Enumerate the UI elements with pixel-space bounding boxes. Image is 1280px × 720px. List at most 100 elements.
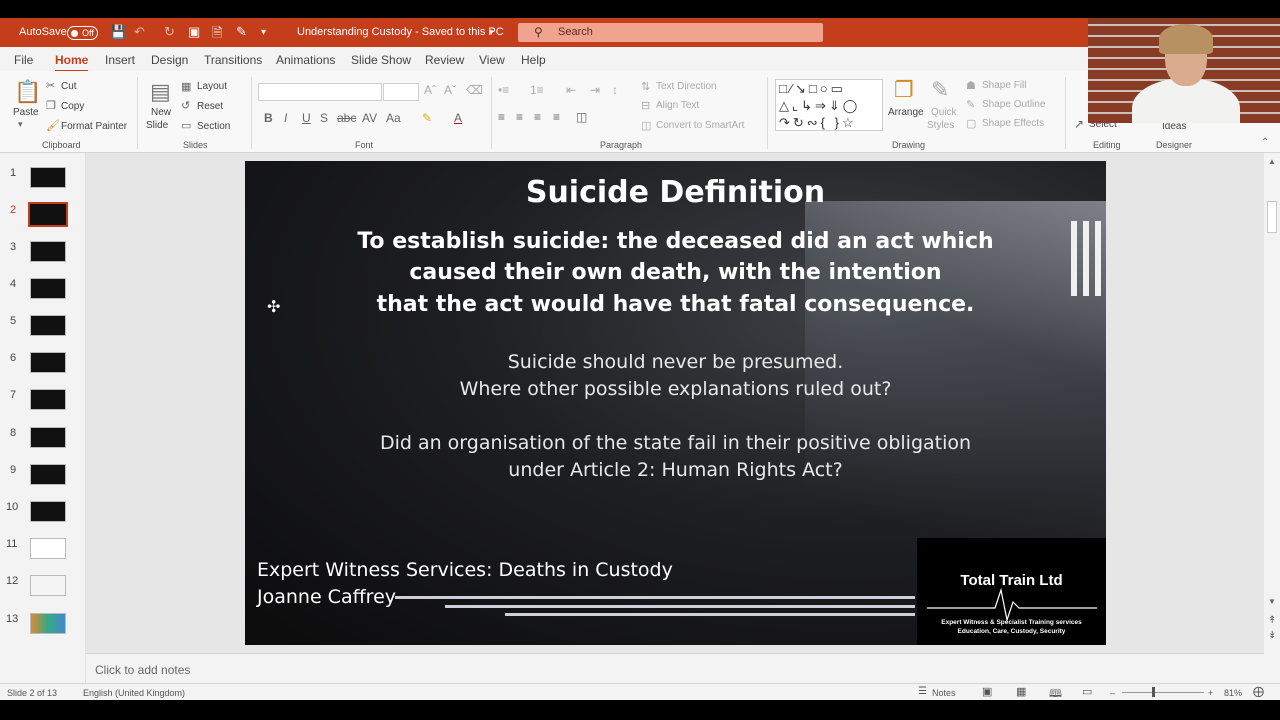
- thumbnail-12[interactable]: 12: [0, 575, 86, 612]
- tab-help[interactable]: Help: [521, 53, 546, 67]
- justify-icon[interactable]: ≡: [553, 110, 560, 124]
- normal-view-icon[interactable]: ▣: [982, 685, 992, 698]
- shadow-icon[interactable]: S: [320, 111, 328, 125]
- format-painter-button[interactable]: Format Painter: [61, 121, 127, 132]
- font-name-select[interactable]: [258, 83, 382, 101]
- total-train-logo[interactable]: Total Train Ltd Expert Witness & Special…: [917, 538, 1106, 645]
- previous-slide-icon[interactable]: ↟: [1268, 615, 1276, 626]
- layout-button[interactable]: Layout: [197, 81, 227, 92]
- change-case-icon[interactable]: Aa: [386, 111, 401, 125]
- slide-2[interactable]: Suicide Definition To establish suicide:…: [245, 161, 1106, 645]
- scroll-thumb[interactable]: [1267, 201, 1277, 233]
- zoom-out-icon[interactable]: –: [1110, 688, 1115, 698]
- tab-file[interactable]: File: [14, 53, 33, 67]
- copy-button[interactable]: Copy: [61, 101, 84, 112]
- paste-icon[interactable]: 📋: [14, 79, 41, 105]
- notes-pane[interactable]: Click to add notes: [86, 653, 1264, 683]
- strikethrough-icon[interactable]: abc: [337, 111, 356, 125]
- tab-review[interactable]: Review: [425, 53, 464, 67]
- zoom-slider-track[interactable]: [1122, 692, 1204, 693]
- increase-indent-icon[interactable]: ⇥: [590, 83, 600, 97]
- thumbnail-1[interactable]: 1: [0, 167, 86, 204]
- align-left-icon[interactable]: ≡: [498, 110, 505, 124]
- thumbnail-2[interactable]: 2: [0, 202, 86, 241]
- save-icon[interactable]: 💾: [110, 24, 126, 40]
- fit-to-window-icon[interactable]: ⨁: [1253, 685, 1264, 698]
- notes-placeholder[interactable]: Click to add notes: [95, 663, 190, 677]
- zoom-level[interactable]: 81%: [1224, 688, 1242, 698]
- undo-icon[interactable]: ↶: [134, 24, 145, 40]
- collapse-ribbon-icon[interactable]: ⌃: [1261, 137, 1269, 148]
- line-spacing-icon[interactable]: ↕: [612, 83, 618, 97]
- language-indicator[interactable]: English (United Kingdom): [83, 688, 185, 698]
- new-slide-label-1[interactable]: New: [151, 107, 171, 118]
- footer-line-1[interactable]: Expert Witness Services: Deaths in Custo…: [257, 559, 673, 581]
- title-chevron-down-icon[interactable]: ▾: [489, 27, 494, 38]
- underline-icon[interactable]: U: [302, 111, 311, 125]
- tab-view[interactable]: View: [479, 53, 505, 67]
- tab-animations[interactable]: Animations: [276, 53, 335, 67]
- new-slide-icon[interactable]: ▤: [150, 79, 171, 105]
- paste-chevron-icon[interactable]: ▾: [18, 119, 23, 130]
- document-title[interactable]: Understanding Custody - Saved to this PC: [297, 26, 504, 38]
- font-size-select[interactable]: [383, 83, 419, 101]
- obligation-line-2[interactable]: under Article 2: Human Rights Act?: [245, 459, 1106, 481]
- thumbnail-10[interactable]: 10: [0, 501, 86, 538]
- decrease-indent-icon[interactable]: ⇤: [566, 83, 576, 97]
- tab-slide-show[interactable]: Slide Show: [351, 53, 411, 67]
- vertical-scrollbar[interactable]: ▲ ▼ ↟ ↡: [1264, 153, 1280, 683]
- redo-icon[interactable]: ↻: [164, 24, 175, 40]
- presumption-line-2[interactable]: Where other possible explanations ruled …: [245, 378, 1106, 400]
- align-right-icon[interactable]: ≡: [534, 110, 541, 124]
- font-color-icon[interactable]: A: [454, 111, 462, 125]
- thumbnail-7[interactable]: 7: [0, 389, 86, 426]
- customize-qat-icon[interactable]: ▾: [261, 27, 266, 38]
- tab-transitions[interactable]: Transitions: [204, 53, 262, 67]
- thumbnail-9[interactable]: 9: [0, 464, 86, 501]
- definition-line-3[interactable]: that the act would have that fatal conse…: [245, 292, 1106, 317]
- next-slide-icon[interactable]: ↡: [1268, 630, 1276, 641]
- notes-button[interactable]: Notes: [932, 688, 956, 698]
- shape-outline-button[interactable]: Shape Outline: [982, 99, 1045, 110]
- zoom-slider-thumb[interactable]: [1152, 687, 1155, 697]
- slide-title[interactable]: Suicide Definition: [245, 175, 1106, 210]
- definition-line-1[interactable]: To establish suicide: the deceased did a…: [245, 229, 1106, 254]
- thumbnail-11[interactable]: 11: [0, 538, 86, 575]
- slide-sorter-icon[interactable]: ▦: [1016, 685, 1026, 698]
- thumbnail-8[interactable]: 8: [0, 427, 86, 464]
- tab-design[interactable]: Design: [151, 53, 188, 67]
- search-box[interactable]: ⚲ Search: [518, 23, 823, 42]
- text-direction-button[interactable]: Text Direction: [656, 81, 717, 92]
- new-slide-label-2[interactable]: Slide: [146, 120, 168, 131]
- italic-icon[interactable]: I: [284, 111, 287, 125]
- spacing-icon[interactable]: AV: [362, 111, 377, 125]
- columns-icon[interactable]: ◫: [576, 110, 587, 124]
- autosave-toggle[interactable]: Off: [67, 26, 98, 40]
- paste-button[interactable]: Paste: [13, 107, 39, 118]
- thumbnail-6[interactable]: 6: [0, 352, 86, 389]
- highlight-icon[interactable]: ✎: [422, 111, 432, 125]
- footer-line-2[interactable]: Joanne Caffrey: [257, 586, 396, 608]
- zoom-in-icon[interactable]: +: [1208, 688, 1213, 698]
- bold-icon[interactable]: B: [264, 111, 273, 125]
- reset-button[interactable]: Reset: [197, 101, 223, 112]
- shapes-gallery[interactable]: □∕↘□○▭ △⌞↳⇒⇓◯ ↷↻∾{ }☆: [775, 79, 883, 131]
- quick-styles-label-1[interactable]: Quick: [931, 107, 957, 118]
- quick-styles-icon[interactable]: ✎: [931, 77, 949, 103]
- tab-home[interactable]: Home: [55, 53, 89, 72]
- save-as-icon[interactable]: 🗎: [212, 24, 222, 46]
- definition-line-2[interactable]: caused their own death, with the intenti…: [245, 260, 1106, 285]
- clear-formatting-icon[interactable]: ⌫: [466, 83, 483, 97]
- touch-mode-icon[interactable]: ✎: [236, 24, 247, 40]
- quick-styles-label-2[interactable]: Styles: [927, 120, 954, 131]
- shape-fill-button[interactable]: Shape Fill: [982, 80, 1026, 91]
- slideshow-view-icon[interactable]: ▭: [1082, 685, 1092, 698]
- tab-insert[interactable]: Insert: [105, 53, 135, 67]
- shrink-font-icon[interactable]: Aˇ: [444, 83, 456, 97]
- align-text-button[interactable]: Align Text: [656, 100, 699, 111]
- scroll-down-icon[interactable]: ▼: [1268, 597, 1276, 606]
- thumbnail-3[interactable]: 3: [0, 241, 86, 278]
- scroll-up-icon[interactable]: ▲: [1268, 157, 1276, 166]
- present-icon[interactable]: ▣: [188, 24, 200, 40]
- arrange-button[interactable]: Arrange: [888, 107, 924, 118]
